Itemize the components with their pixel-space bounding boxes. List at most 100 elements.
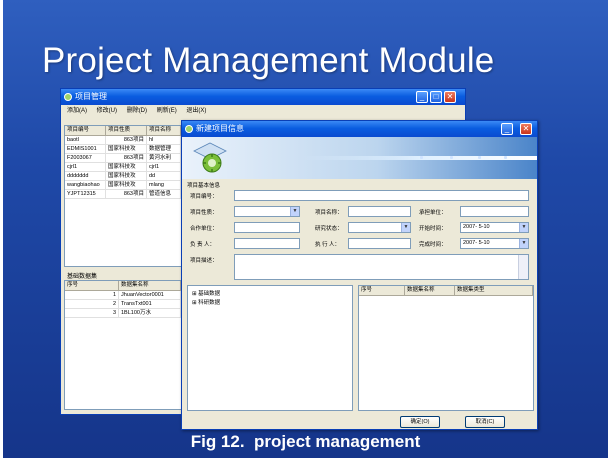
new-project-window: 新建项目信息 _ ✕ 项目基本信息 项目编号： 项目性质： ▼ 项目名称： 承担 xyxy=(181,120,538,430)
dataset-table-header: 序号 数据集名称 xyxy=(65,281,181,291)
table-cell: dd xyxy=(147,172,181,180)
table-cell: 2 xyxy=(65,300,119,308)
chevron-down-icon[interactable]: ▼ xyxy=(401,223,410,232)
table-cell: YJPT12315 xyxy=(65,190,106,198)
window-title: 新建项目信息 xyxy=(196,124,244,133)
banner-dot xyxy=(420,156,423,159)
menu-exit[interactable]: 退出(X) xyxy=(186,108,206,114)
menu-add[interactable]: 添加(A) xyxy=(67,108,87,114)
tree-item[interactable]: ⊞ 基础数据 xyxy=(192,289,220,297)
dataset-list[interactable]: 序号 数据集名称 数据集类型 xyxy=(358,285,534,411)
figure-caption: Fig 12. project management xyxy=(190,432,421,451)
tree-item-label: 基础数据 xyxy=(198,291,221,297)
close-button[interactable]: ✕ xyxy=(444,91,456,103)
minimize-button[interactable]: _ xyxy=(501,123,513,135)
new-project-titlebar[interactable]: 新建项目信息 _ ✕ xyxy=(182,121,537,137)
maximize-button[interactable]: □ xyxy=(430,91,442,103)
column-header[interactable]: 数据集名称 xyxy=(405,286,455,295)
minimize-button[interactable]: _ xyxy=(416,91,428,103)
scrollbar[interactable] xyxy=(518,255,528,279)
table-row[interactable]: baotl 863项目 hl xyxy=(65,136,181,145)
table-cell: 863项目 xyxy=(106,154,147,162)
dataset-list-header: 序号 数据集名称 数据集类型 xyxy=(359,286,533,296)
menu-bar: 添加(A) 修改(U) 删除(D) 刷新(E) 退出(X) xyxy=(61,105,465,117)
column-header[interactable]: 项目名称 xyxy=(147,126,181,135)
finish-time-label: 完成时间： xyxy=(419,242,447,248)
table-cell: hl xyxy=(147,136,181,144)
project-type-select[interactable]: ▼ xyxy=(234,206,300,217)
table-cell: mlang xyxy=(147,181,181,189)
table-cell: 国家科技攻 xyxy=(106,145,147,153)
menu-modify[interactable]: 修改(U) xyxy=(97,108,117,114)
column-header[interactable]: 数据集类型 xyxy=(455,286,533,295)
start-time-label: 开始时间： xyxy=(419,226,447,232)
table-row[interactable]: EDMIS1001 国家科技攻 数据管理 xyxy=(65,145,181,154)
table-row[interactable]: F2003067 863项目 黄河水利 xyxy=(65,154,181,163)
column-header[interactable]: 序号 xyxy=(359,286,405,295)
ok-button[interactable]: 确定(O) xyxy=(400,416,440,428)
description-textarea[interactable] xyxy=(234,254,529,280)
description-label: 项目描述： xyxy=(190,258,218,264)
dataset-table[interactable]: 序号 数据集名称 1 JhuanVector0001 2 TransTxt001… xyxy=(64,280,182,410)
menu-delete[interactable]: 删除(D) xyxy=(127,108,147,114)
banner-dot xyxy=(504,156,507,159)
research-status-select[interactable]: ▼ xyxy=(348,222,411,233)
table-cell: 国家科技攻 xyxy=(106,172,147,180)
table-cell: 863项目 xyxy=(106,190,147,198)
project-logo-icon xyxy=(193,142,227,173)
table-cell: 863项目 xyxy=(106,136,147,144)
partner-label: 合作单位： xyxy=(190,226,218,232)
column-header[interactable]: 项目性质 xyxy=(106,126,147,135)
data-tree[interactable]: ⊞ 基础数据 ⊞ 科研数据 xyxy=(187,285,353,411)
chevron-down-icon[interactable]: ▼ xyxy=(290,207,299,216)
banner-dot xyxy=(478,156,481,159)
close-button[interactable]: ✕ xyxy=(520,123,532,135)
window-banner xyxy=(182,137,537,179)
table-cell: 国家科技攻 xyxy=(106,163,147,171)
table-cell: 黄河水利 xyxy=(147,154,181,162)
table-cell: JhuanVector0001 xyxy=(119,291,181,299)
project-no-field[interactable] xyxy=(234,190,529,201)
project-table[interactable]: 项目编号 项目性质 项目名称 baotl 863项目 hl EDMIS1001 … xyxy=(64,125,182,267)
column-header[interactable]: 项目编号 xyxy=(65,126,106,135)
project-name-field[interactable] xyxy=(348,206,411,217)
undertaker-label: 承担单位： xyxy=(419,210,447,216)
undertaker-field[interactable] xyxy=(460,206,529,217)
menu-refresh[interactable]: 刷新(E) xyxy=(157,108,177,114)
executor-field[interactable] xyxy=(348,238,411,249)
finish-time-picker[interactable]: 2007- 5-10 ▼ xyxy=(460,238,529,249)
chevron-down-icon[interactable]: ▼ xyxy=(519,223,528,232)
cancel-button[interactable]: 取消(C) xyxy=(465,416,505,428)
project-no-label: 项目编号： xyxy=(190,194,218,200)
table-row[interactable]: 3 1BL100万水 xyxy=(65,309,181,318)
tree-item-label: 科研数据 xyxy=(198,300,221,306)
table-row[interactable]: 1 JhuanVector0001 xyxy=(65,291,181,300)
table-cell: cjrl1 xyxy=(65,163,106,171)
table-cell: EDMIS1001 xyxy=(65,145,106,153)
table-row[interactable]: cjrl1 国家科技攻 cjrl1 xyxy=(65,163,181,172)
research-status-label: 研究状态： xyxy=(315,226,343,232)
finish-time-value: 2007- 5-10 xyxy=(463,240,490,246)
table-row[interactable]: YJPT12315 863项目 管道信息 xyxy=(65,190,181,199)
project-table-header: 项目编号 项目性质 项目名称 xyxy=(65,126,181,136)
table-row[interactable]: ddddddd 国家科技攻 dd xyxy=(65,172,181,181)
project-name-label: 项目名称： xyxy=(315,210,343,216)
banner-dot xyxy=(450,156,453,159)
chevron-down-icon[interactable]: ▼ xyxy=(519,239,528,248)
partner-field[interactable] xyxy=(234,222,300,233)
table-cell: TransTxt001 xyxy=(119,300,181,308)
project-management-titlebar[interactable]: 项目管理 _ □ ✕ xyxy=(61,89,465,105)
executor-label: 执 行 人： xyxy=(315,242,341,248)
column-header[interactable]: 数据集名称 xyxy=(119,281,181,290)
leader-field[interactable] xyxy=(234,238,300,249)
table-cell: cjrl1 xyxy=(147,163,181,171)
table-row[interactable]: 2 TransTxt001 xyxy=(65,300,181,309)
group-title: 项目基本信息 xyxy=(187,183,221,189)
slide-title: Project Management Module xyxy=(42,41,495,80)
tree-item[interactable]: ⊞ 科研数据 xyxy=(192,298,220,306)
start-time-picker[interactable]: 2007- 5-10 ▼ xyxy=(460,222,529,233)
app-icon xyxy=(185,125,193,133)
table-row[interactable]: wangbiaohao 国家科技攻 mlang xyxy=(65,181,181,190)
table-cell: wangbiaohao xyxy=(65,181,106,189)
column-header[interactable]: 序号 xyxy=(65,281,119,290)
